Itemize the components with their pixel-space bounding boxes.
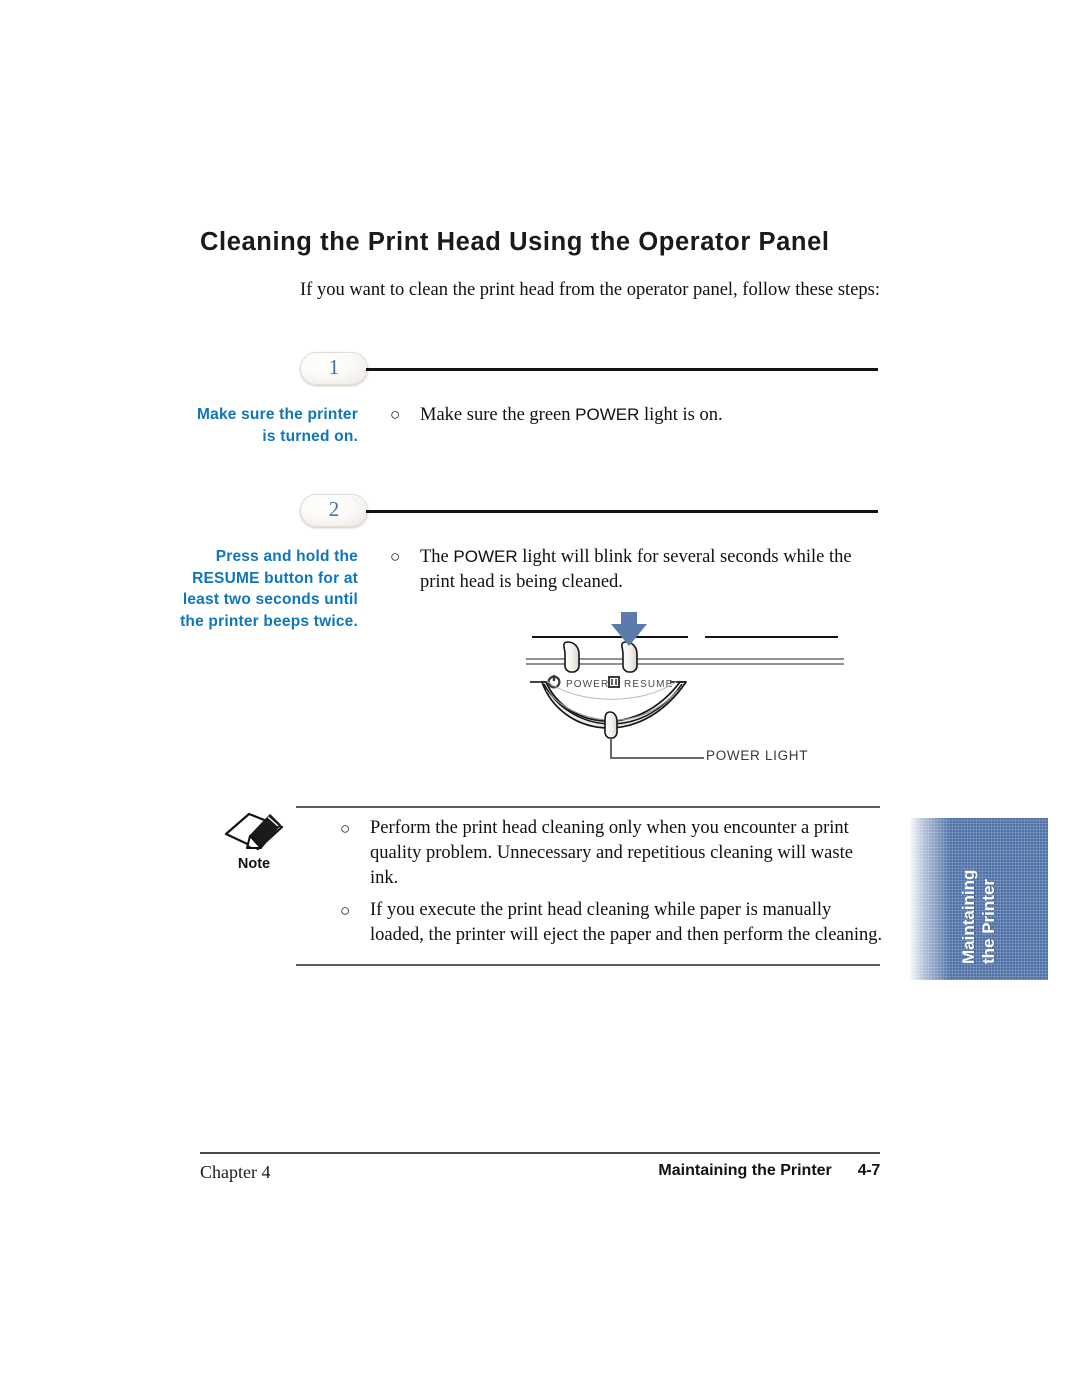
- power-light-callout-label: POWER LIGHT: [706, 748, 809, 763]
- step-1-bullet: ○ Make sure the green POWER light is on.: [390, 402, 885, 428]
- page-title: Cleaning the Print Head Using the Operat…: [200, 228, 830, 256]
- footer-page-number: 4-7: [857, 1162, 881, 1179]
- footer-section: Maintaining the Printer: [658, 1162, 832, 1179]
- step-1-bullet-text: Make sure the green POWER light is on.: [420, 402, 885, 428]
- step-1-text-post: light is on.: [639, 405, 723, 425]
- bullet-marker-icon: ○: [340, 819, 351, 838]
- step-2-number-badge: 2: [300, 494, 368, 527]
- side-tab-text: Maintaining the Printer: [910, 818, 1048, 980]
- step-1-number-badge: 1: [300, 352, 368, 385]
- note-item-1-text: Perform the print head cleaning only whe…: [370, 818, 853, 888]
- note-item-2-text: If you execute the print head cleaning w…: [370, 900, 883, 945]
- power-button-shape: [563, 641, 580, 673]
- note-box-bottom-rule: [296, 964, 880, 966]
- step-2-margin-note: Press and hold the RESUME button for at …: [180, 548, 358, 630]
- step-1-number: 1: [328, 355, 340, 379]
- resume-button-shape: [621, 641, 638, 673]
- step-1-rule-row: 1: [300, 352, 880, 386]
- note-item-2: ○ If you execute the print head cleaning…: [340, 898, 885, 948]
- note-label: Note: [237, 856, 271, 872]
- note-item-1: ○ Perform the print head cleaning only w…: [340, 816, 885, 891]
- step-1-text-pre: Make sure the green: [420, 405, 576, 425]
- note-pencil-paper-icon: [222, 808, 288, 858]
- bullet-marker-icon: ○: [340, 901, 351, 920]
- side-tab-line-2: the Printer: [979, 878, 998, 964]
- step-2-text-emphasis: POWER: [453, 547, 518, 566]
- down-arrow-icon: [611, 598, 647, 646]
- step-1-rule: [366, 368, 878, 371]
- step-2-number: 2: [328, 497, 340, 521]
- footer-section-and-page: Maintaining the Printer 4-7: [658, 1162, 880, 1180]
- bullet-marker-icon: ○: [390, 405, 401, 424]
- document-page: Cleaning the Print Head Using the Operat…: [0, 0, 1080, 1397]
- step-2-bullet: ○ The POWER light will blink for several…: [390, 544, 890, 595]
- bullet-marker-icon: ○: [390, 547, 401, 566]
- intro-paragraph: If you want to clean the print head from…: [300, 280, 880, 300]
- step-2-bullet-text: The POWER light will blink for several s…: [420, 544, 890, 595]
- step-1-margin-note: Make sure the printer is turned on.: [197, 406, 358, 445]
- step-2-text-pre: The: [420, 547, 454, 567]
- step-1-text-emphasis: POWER: [575, 405, 640, 424]
- power-light-shape: [604, 711, 618, 739]
- footer-rule: [200, 1152, 880, 1154]
- step-2-rule-row: 2: [300, 494, 880, 528]
- footer-chapter: Chapter 4: [200, 1162, 271, 1182]
- side-tab-maintaining-the-printer: Maintaining the Printer: [910, 818, 1048, 980]
- power-button-label: POWER: [566, 679, 609, 690]
- side-tab-line-1: Maintaining: [959, 869, 978, 964]
- step-2-rule: [366, 510, 878, 513]
- note-box-top-rule: [296, 806, 880, 808]
